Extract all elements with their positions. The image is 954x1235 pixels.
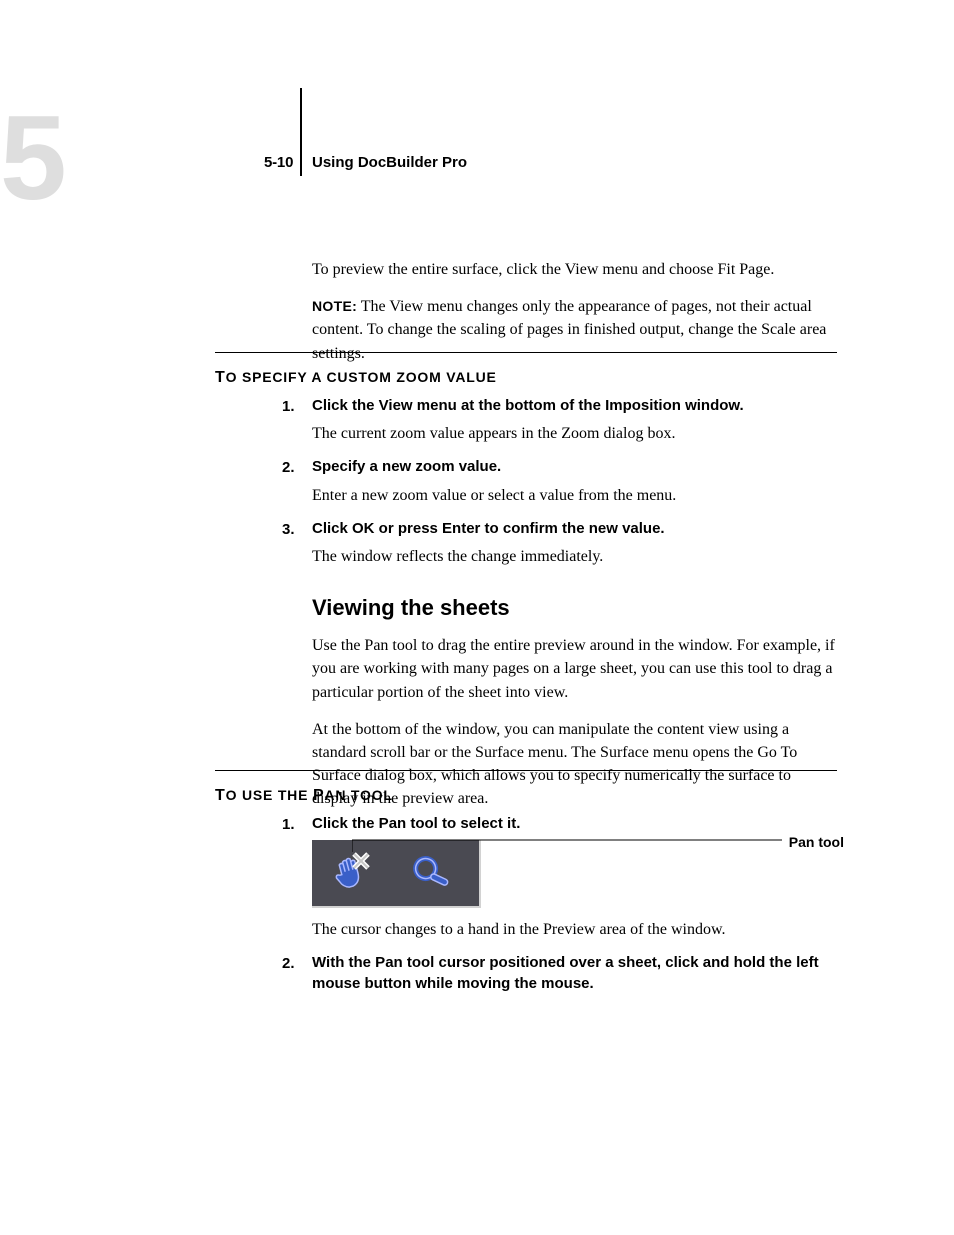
note-paragraph: NOTE: The View menu changes only the app…: [312, 295, 837, 365]
step-head: Specify a new zoom value.: [312, 457, 837, 477]
rule-2: [215, 770, 837, 771]
section-heading: Viewing the sheets: [312, 592, 837, 624]
rule-1: [215, 352, 837, 353]
step-head: Click the Pan tool to select it.: [312, 814, 837, 834]
note-label: NOTE:: [312, 298, 357, 314]
step-item: 3. Click OK or press Enter to confirm th…: [312, 519, 837, 568]
step-head: Click the View menu at the bottom of the…: [312, 396, 837, 416]
step-body: The cursor changes to a hand in the Prev…: [312, 918, 837, 941]
procedure-1-title-rest: O SPECIFY A CUSTOM ZOOM VALUE: [226, 369, 497, 385]
callout-label: Pan tool: [764, 832, 844, 852]
step-head: With the Pan tool cursor positioned over…: [312, 953, 837, 994]
step-number: 2.: [282, 953, 295, 975]
procedure-2-title: TO USE THE PAN TOOL: [215, 784, 837, 807]
running-head: Using DocBuilder Pro: [312, 152, 467, 174]
procedure-1-title: TO SPECIFY A CUSTOM ZOOM VALUE: [215, 366, 837, 389]
step-item: 1. Click the View menu at the bottom of …: [312, 396, 837, 445]
header-divider: [300, 88, 302, 176]
procedure-2-title-leadcap: T: [215, 787, 226, 804]
step-item: 1. Click the Pan tool to select it.: [312, 814, 837, 941]
procedure-2-title-leadcap2: P: [313, 787, 324, 804]
page: 5 5-10 Using DocBuilder Pro To preview t…: [0, 0, 954, 1235]
step-number: 2.: [282, 457, 295, 479]
procedure-2-title-rest: O USE THE: [226, 787, 313, 803]
procedure-2-title-rest2: AN TOOL: [324, 787, 392, 803]
step-body: Enter a new zoom value or select a value…: [312, 484, 837, 507]
step-item: 2. Specify a new zoom value. Enter a new…: [312, 457, 837, 506]
step-item: 2. With the Pan tool cursor positioned o…: [312, 953, 837, 994]
procedure-2-steps: 1. Click the Pan tool to select it.: [312, 814, 837, 1006]
step-number: 3.: [282, 519, 295, 541]
step-body: The window reflects the change immediate…: [312, 545, 837, 568]
page-number: 5-10: [264, 152, 293, 174]
step-number: 1.: [282, 814, 295, 836]
pan-tool-icon: [328, 850, 376, 898]
intro-paragraph: To preview the entire surface, click the…: [312, 258, 837, 281]
procedure-1-steps: 1. Click the View menu at the bottom of …: [312, 396, 837, 825]
section-p1: Use the Pan tool to drag the entire prev…: [312, 634, 837, 704]
body-text-block-1: To preview the entire surface, click the…: [312, 258, 837, 379]
zoom-tool-icon: [410, 850, 458, 898]
chapter-number-glyph: 5: [0, 98, 67, 218]
step-number: 1.: [282, 396, 295, 418]
step-head: Click OK or press Enter to confirm the n…: [312, 519, 837, 539]
procedure-1-title-leadcap: T: [215, 369, 226, 386]
step-body: The current zoom value appears in the Zo…: [312, 422, 837, 445]
